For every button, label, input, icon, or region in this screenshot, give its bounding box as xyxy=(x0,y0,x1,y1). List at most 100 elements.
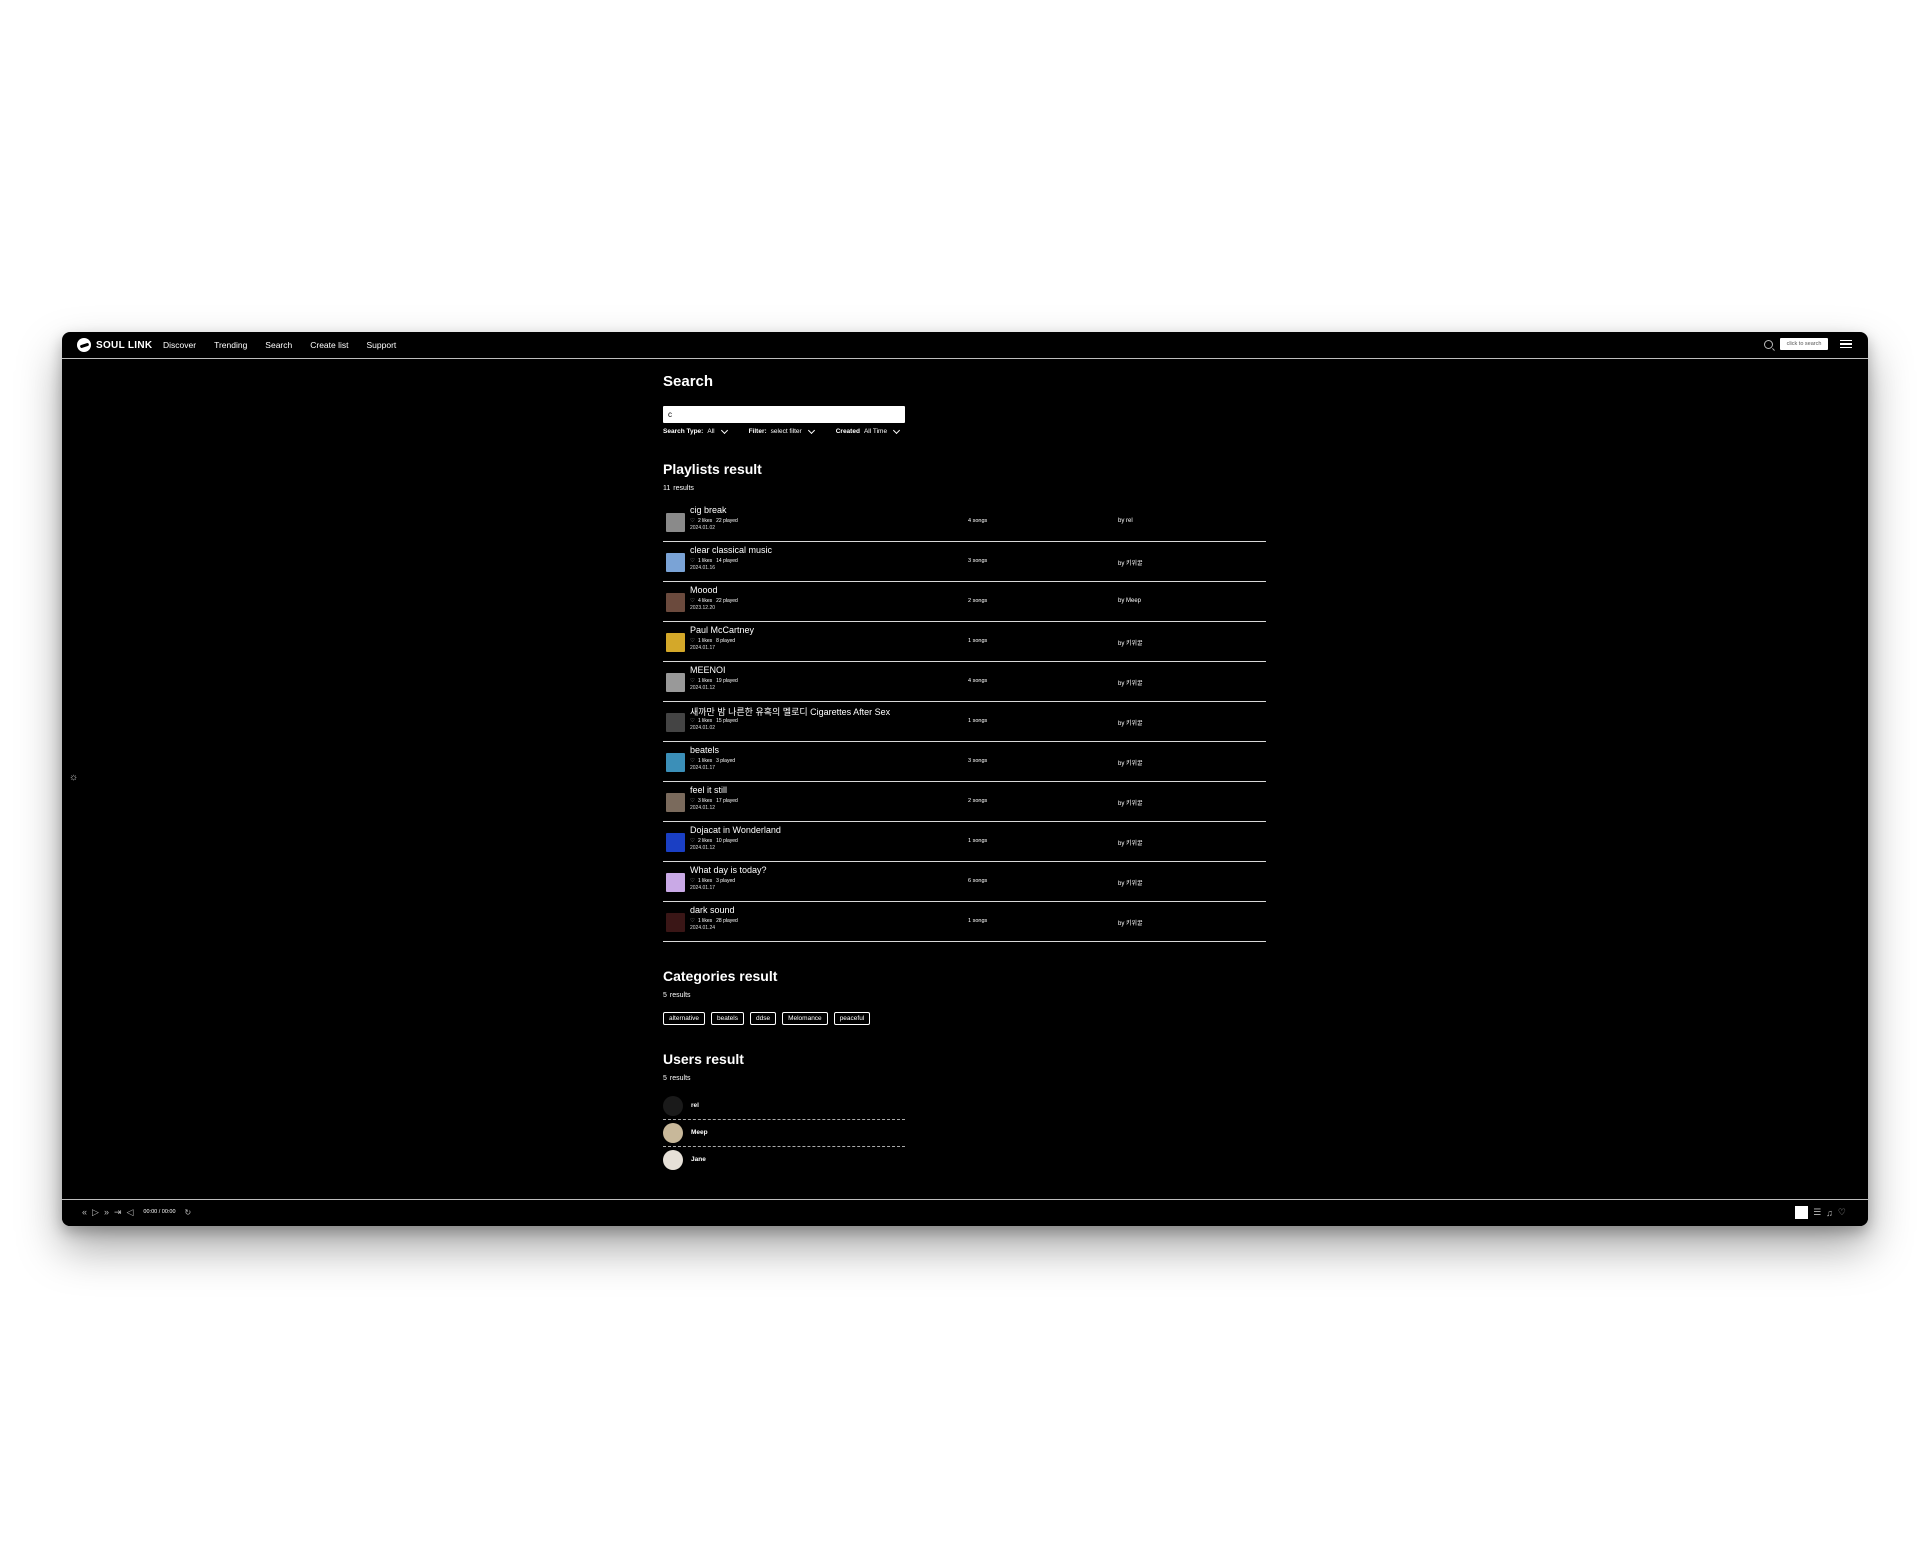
playlist-row[interactable]: beatels ♡ 1 likes 3 played 2024.01.17 3 songs… xyxy=(663,742,1266,782)
heart-icon: ♡ xyxy=(690,598,695,604)
playlist-cover xyxy=(666,833,685,852)
chevron-down-icon xyxy=(807,426,815,434)
gear-icon[interactable]: ☼ xyxy=(69,773,78,783)
playlist-stats: ♡ 3 likes 17 played xyxy=(690,798,738,804)
playlist-row[interactable]: 새까만 밤 나른한 유혹의 멜로디 Cigarettes After Sex ♡ 1… xyxy=(663,702,1266,742)
playlist-name[interactable]: Moood xyxy=(690,585,718,595)
skip-next-icon[interactable]: ⇥ xyxy=(114,1208,122,1217)
rewind-icon[interactable]: « xyxy=(82,1208,87,1217)
playlist-likes: 3 likes xyxy=(697,798,713,804)
user-row[interactable]: Meep xyxy=(663,1120,905,1147)
playlist-likes: 1 likes xyxy=(697,878,713,884)
playlist-name[interactable]: What day is today? xyxy=(690,865,767,875)
playlist-row[interactable]: Paul McCartney ♡ 1 likes 8 played 2024.01.17… xyxy=(663,622,1266,662)
playlist-song-count: 2 songs xyxy=(968,798,988,804)
playlist-owner[interactable]: by 키위꿀 xyxy=(1118,758,1143,767)
fast-forward-icon[interactable]: » xyxy=(104,1208,109,1217)
playlist-owner[interactable]: by 키위꿀 xyxy=(1118,718,1143,727)
user-name[interactable]: Jane xyxy=(691,1156,706,1163)
heart-icon: ♡ xyxy=(690,718,695,724)
playlist-stats: ♡ 1 likes 3 played xyxy=(690,878,735,884)
playlist-date: 2024.01.17 xyxy=(690,885,716,891)
playlist-plays: 28 played xyxy=(716,918,738,924)
menu-icon[interactable] xyxy=(1840,339,1852,349)
categories-result-count: 5 results xyxy=(663,992,691,999)
nav-discover[interactable]: Discover xyxy=(163,340,196,350)
top-search-box[interactable]: click to search xyxy=(1780,338,1828,350)
search-page: Search Search Type: All Filter: select f… xyxy=(663,372,1266,1173)
app-window: SOUL LINK Discover Trending Search Creat… xyxy=(62,332,1868,1226)
user-row[interactable]: rel xyxy=(663,1093,905,1120)
playlist-owner[interactable]: by 키위꿀 xyxy=(1118,558,1143,567)
search-type-dropdown[interactable]: Search Type: All xyxy=(663,426,728,435)
playlist-owner[interactable]: by rel xyxy=(1118,518,1133,524)
playlist-owner[interactable]: by 키위꿀 xyxy=(1118,798,1143,807)
playlist-name[interactable]: clear classical music xyxy=(690,545,772,555)
filter-dropdown[interactable]: Filter: select filter xyxy=(749,426,815,435)
category-chip[interactable]: beatels xyxy=(711,1012,744,1025)
playlist-row[interactable]: Dojacat in Wonderland ♡ 2 likes 10 played 20… xyxy=(663,822,1266,862)
playlist-cover xyxy=(666,673,685,692)
playlist-row[interactable]: cig break ♡ 2 likes 22 played 2024.01.02 4 so… xyxy=(663,502,1266,542)
repeat-icon[interactable]: ↻ xyxy=(185,1208,192,1217)
playlist-name[interactable]: feel it still xyxy=(690,785,727,795)
users-section-title: Users result xyxy=(663,1051,744,1067)
playlist-row[interactable]: What day is today? ♡ 1 likes 3 played 2024.0… xyxy=(663,862,1266,902)
heart-icon[interactable]: ♡ xyxy=(1838,1207,1846,1218)
category-chip[interactable]: Melomance xyxy=(782,1012,828,1025)
page-title: Search xyxy=(663,373,714,390)
playlist-row[interactable]: Moood ♡ 4 likes 22 played 2023.12.20 2 songs b… xyxy=(663,582,1266,622)
playlist-name[interactable]: beatels xyxy=(690,745,719,755)
playlist-owner[interactable]: by 키위꿀 xyxy=(1118,638,1143,647)
category-chip[interactable]: peaceful xyxy=(833,1012,871,1025)
playlist-owner[interactable]: by 키위꿀 xyxy=(1118,678,1143,687)
playlist-row[interactable]: feel it still ♡ 3 likes 17 played 2024.01.12… xyxy=(663,782,1266,822)
nav-search[interactable]: Search xyxy=(265,340,292,350)
playlist-stats: ♡ 1 likes 28 played xyxy=(690,918,738,924)
playlist-owner[interactable]: by 키위꿀 xyxy=(1118,878,1143,887)
playlist-owner[interactable]: by 키위꿀 xyxy=(1118,918,1143,927)
queue-list-icon[interactable]: ☰ xyxy=(1813,1207,1821,1218)
playlist-name[interactable]: Dojacat in Wonderland xyxy=(690,825,781,835)
playlist-owner[interactable]: by Meep xyxy=(1118,598,1141,604)
add-to-playlist-icon[interactable]: ♫ xyxy=(1826,1208,1833,1218)
playlist-name[interactable]: cig break xyxy=(690,505,727,515)
playlist-date: 2024.01.17 xyxy=(690,765,716,771)
user-name[interactable]: Meep xyxy=(691,1129,708,1136)
playlist-stats: ♡ 2 likes 10 played xyxy=(690,838,738,844)
heart-icon: ♡ xyxy=(690,878,695,884)
user-name[interactable]: rel xyxy=(691,1102,699,1109)
search-input[interactable] xyxy=(663,406,905,423)
nav-create-list[interactable]: Create list xyxy=(310,340,348,350)
playlist-plays: 14 played xyxy=(716,558,738,564)
playlist-name[interactable]: Paul McCartney xyxy=(690,625,754,635)
playlist-name[interactable]: MEENOI xyxy=(690,665,726,675)
player-right-controls: ☰ ♫ ♡ xyxy=(1795,1206,1846,1219)
playlist-date: 2024.01.16 xyxy=(690,565,716,571)
play-icon[interactable]: ▷ xyxy=(92,1208,99,1217)
nav-support[interactable]: Support xyxy=(367,340,397,350)
logo[interactable]: SOUL LINK xyxy=(77,338,152,352)
album-art-thumb[interactable] xyxy=(1795,1206,1809,1219)
playlist-date: 2024.01.12 xyxy=(690,845,716,851)
category-chip[interactable]: ddse xyxy=(749,1012,777,1025)
playlist-row[interactable]: MEENOI ♡ 1 likes 19 played 2024.01.12 4 songs… xyxy=(663,662,1266,702)
playlist-name[interactable]: 새까만 밤 나른한 유혹의 멜로디 Cigarettes After Sex xyxy=(690,705,890,718)
playlist-plays: 8 played xyxy=(716,638,736,644)
playlist-cover xyxy=(666,753,685,772)
created-dropdown[interactable]: Created All Time xyxy=(836,426,901,435)
playlist-plays: 19 played xyxy=(716,678,738,684)
main-nav: Discover Trending Search Create list Sup… xyxy=(163,340,396,350)
search-icon[interactable] xyxy=(1764,339,1773,349)
nav-trending[interactable]: Trending xyxy=(214,340,247,350)
playlist-name[interactable]: dark sound xyxy=(690,905,735,915)
playlist-owner[interactable]: by 키위꿀 xyxy=(1118,838,1143,847)
playlist-row[interactable]: dark sound ♡ 1 likes 28 played 2024.01.24 1 s… xyxy=(663,902,1266,942)
user-row[interactable]: Jane xyxy=(663,1147,905,1173)
volume-icon[interactable]: ◁ xyxy=(127,1208,134,1217)
playlist-likes: 2 likes xyxy=(697,518,713,524)
playlist-date: 2024.01.12 xyxy=(690,685,716,691)
playlist-row[interactable]: clear classical music ♡ 1 likes 14 played 20… xyxy=(663,542,1266,582)
logo-text: SOUL LINK xyxy=(96,339,153,351)
category-chip[interactable]: alternative xyxy=(663,1012,705,1025)
